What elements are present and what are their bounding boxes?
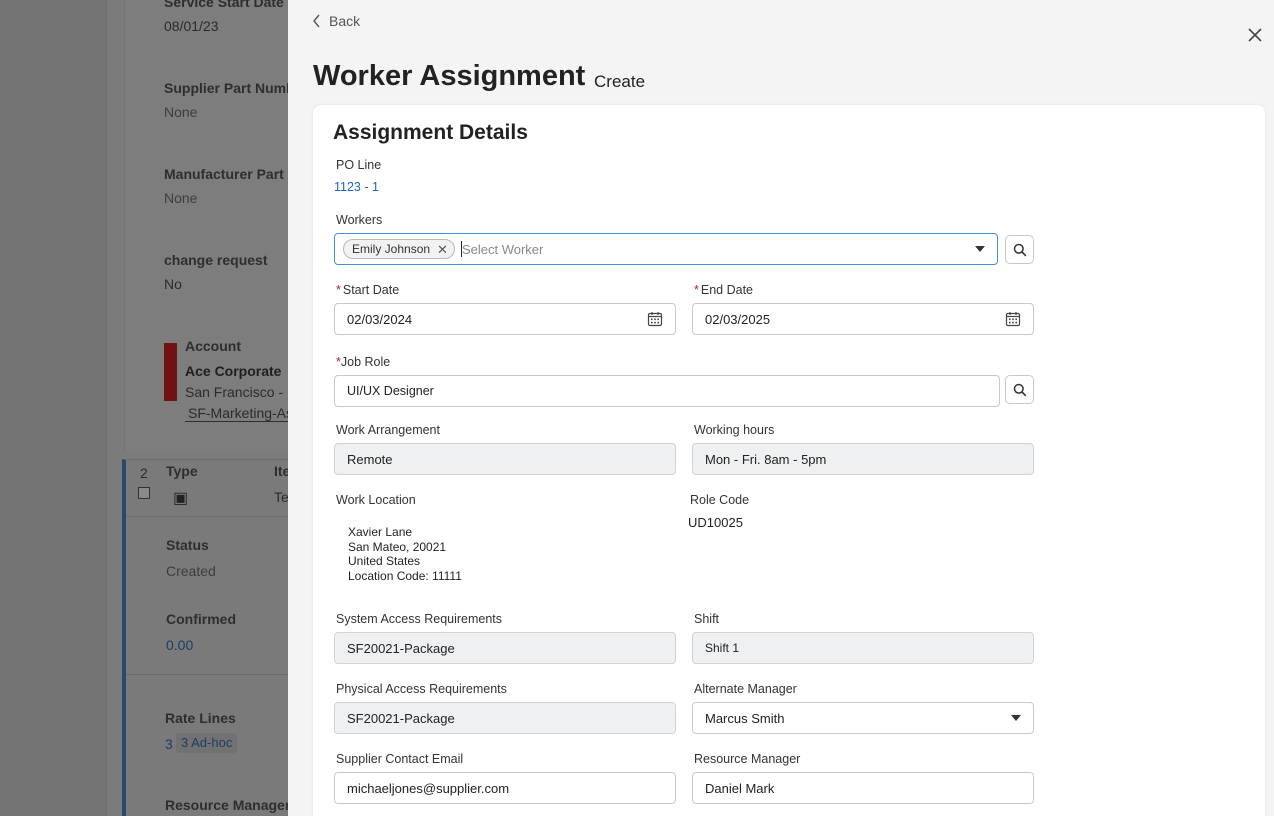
po-line-link[interactable]: 1123 - 1 [334, 180, 379, 194]
bg-account-link[interactable]: SF-Marketing-As [185, 405, 294, 422]
supplier-email-value: michaeljones@supplier.com [347, 780, 510, 796]
physical-access-label: Physical Access Requirements [336, 682, 507, 696]
workers-placeholder: Select Worker [461, 241, 544, 257]
shift-field: Shift 1 [692, 632, 1034, 664]
end-date-value: 02/03/2025 [705, 311, 771, 327]
supplier-email-field[interactable]: michaeljones@supplier.com [334, 772, 676, 804]
package-icon: ▣ [173, 490, 189, 507]
assignment-details-card: Assignment Details PO Line 1123 - 1 Work… [313, 105, 1265, 816]
shift-label: Shift [694, 612, 720, 626]
bg-supplier-part-label: Supplier Part Numb [164, 80, 295, 96]
bg-status-label: Status [166, 537, 209, 553]
bg-divider [126, 674, 288, 675]
bg-rate-lines-badge[interactable]: 3 Ad-hoc [176, 733, 238, 753]
bg-account-name: Ace Corporate [185, 363, 282, 379]
role-code-value: UD10025 [688, 515, 743, 530]
resource-manager-label: Resource Manager [694, 752, 801, 766]
bg-item-value: Te [274, 489, 289, 505]
bg-line-number: 2 [140, 465, 148, 481]
workers-select[interactable]: Emily Johnson ✕ Select Worker [334, 233, 998, 265]
physical-access-field: SF20021-Package [334, 702, 676, 734]
system-access-value: SF20021-Package [347, 640, 455, 656]
job-role-label: *Job Role [336, 355, 391, 369]
bg-manufacturer-part-value: None [164, 190, 198, 206]
working-hours-label: Working hours [694, 423, 775, 437]
working-hours-field: Mon - Fri. 8am - 5pm [692, 443, 1034, 475]
job-role-field[interactable]: UI/UX Designer [334, 375, 1000, 407]
chevron-down-icon[interactable] [1011, 715, 1021, 721]
job-role-value: UI/UX Designer [347, 384, 434, 398]
role-code-label: Role Code [690, 493, 750, 507]
account-color-bar [164, 343, 177, 401]
workers-search-button[interactable] [1005, 235, 1034, 264]
system-access-field: SF20021-Package [334, 632, 676, 664]
bg-account-label: Account [185, 338, 241, 354]
search-icon [1013, 243, 1026, 256]
address-line: Xavier Lane [348, 525, 413, 539]
workers-label: Workers [336, 213, 383, 227]
supplier-email-label: Supplier Contact Email [336, 752, 464, 766]
start-date-value: 02/03/2024 [347, 311, 413, 327]
work-location-address: Xavier Lane San Mateo, 20021 United Stat… [348, 525, 462, 583]
remove-chip-icon[interactable]: ✕ [437, 243, 448, 256]
bg-manufacturer-part-label: Manufacturer Part [164, 166, 284, 182]
work-arrangement-field: Remote [334, 443, 676, 475]
bg-status-value: Created [166, 563, 216, 579]
background-sidebar [0, 0, 107, 816]
bg-confirmed-label: Confirmed [166, 611, 236, 627]
start-date-field[interactable]: 02/03/2024 [334, 303, 676, 335]
work-location-label: Work Location [336, 493, 416, 507]
physical-access-value: SF20021-Package [347, 710, 455, 726]
bg-service-start-label: Service Start Date [164, 0, 284, 10]
working-hours-value: Mon - Fri. 8am - 5pm [705, 451, 827, 467]
address-line: United States [348, 554, 421, 568]
job-role-search-button[interactable] [1005, 375, 1034, 404]
bg-change-request-value: No [164, 276, 182, 292]
work-arrangement-value: Remote [347, 451, 393, 467]
calendar-icon[interactable] [1005, 311, 1021, 327]
alternate-manager-select[interactable]: Marcus Smith [692, 702, 1034, 734]
bg-type-label: Type [166, 463, 198, 479]
worker-chip: Emily Johnson ✕ [343, 239, 455, 259]
bg-supplier-part-value: None [164, 104, 198, 120]
bg-line-checkbox[interactable] [138, 487, 150, 499]
page-subtitle: Create [594, 72, 646, 91]
chevron-left-icon [313, 14, 320, 28]
section-title: Assignment Details [333, 121, 528, 144]
bg-divider [126, 516, 288, 517]
back-link[interactable]: Back [312, 13, 360, 29]
search-icon [1013, 383, 1026, 396]
system-access-label: System Access Requirements [336, 612, 503, 626]
bg-rate-lines-count: 3 [165, 736, 173, 752]
bg-resource-manager-label: Resource Manager [165, 797, 291, 813]
bg-rate-lines-label: Rate Lines [165, 710, 236, 726]
page-title: Worker Assignment [313, 60, 586, 92]
bg-line-item-section [122, 459, 288, 816]
address-line: San Mateo, 20021 [348, 539, 447, 554]
address-line: Location Code: 11111 [348, 568, 462, 583]
start-date-label: * Start Date [336, 283, 400, 297]
bg-confirmed-value: 0.00 [166, 637, 194, 653]
back-label: Back [329, 13, 361, 29]
shift-value: Shift 1 [705, 641, 740, 655]
alternate-manager-label: Alternate Manager [694, 682, 797, 696]
bg-service-start-value: 08/01/23 [164, 18, 219, 34]
calendar-icon[interactable] [647, 311, 663, 327]
alternate-manager-value: Marcus Smith [705, 710, 785, 726]
worker-assignment-panel: Back Worker Assignment Create Assignment… [288, 0, 1274, 816]
work-arrangement-label: Work Arrangement [336, 423, 440, 437]
po-line-label: PO Line [336, 158, 382, 172]
close-icon[interactable] [1245, 25, 1265, 45]
bg-change-request-label: change request [164, 252, 268, 268]
bg-account-location: San Francisco - I [185, 384, 291, 400]
worker-chip-label: Emily Johnson [352, 242, 431, 256]
end-date-label: * End Date [694, 283, 753, 297]
resource-manager-field[interactable]: Daniel Mark [692, 772, 1034, 804]
resource-manager-value: Daniel Mark [705, 780, 775, 796]
chevron-down-icon[interactable] [975, 246, 985, 252]
end-date-field[interactable]: 02/03/2025 [692, 303, 1034, 335]
